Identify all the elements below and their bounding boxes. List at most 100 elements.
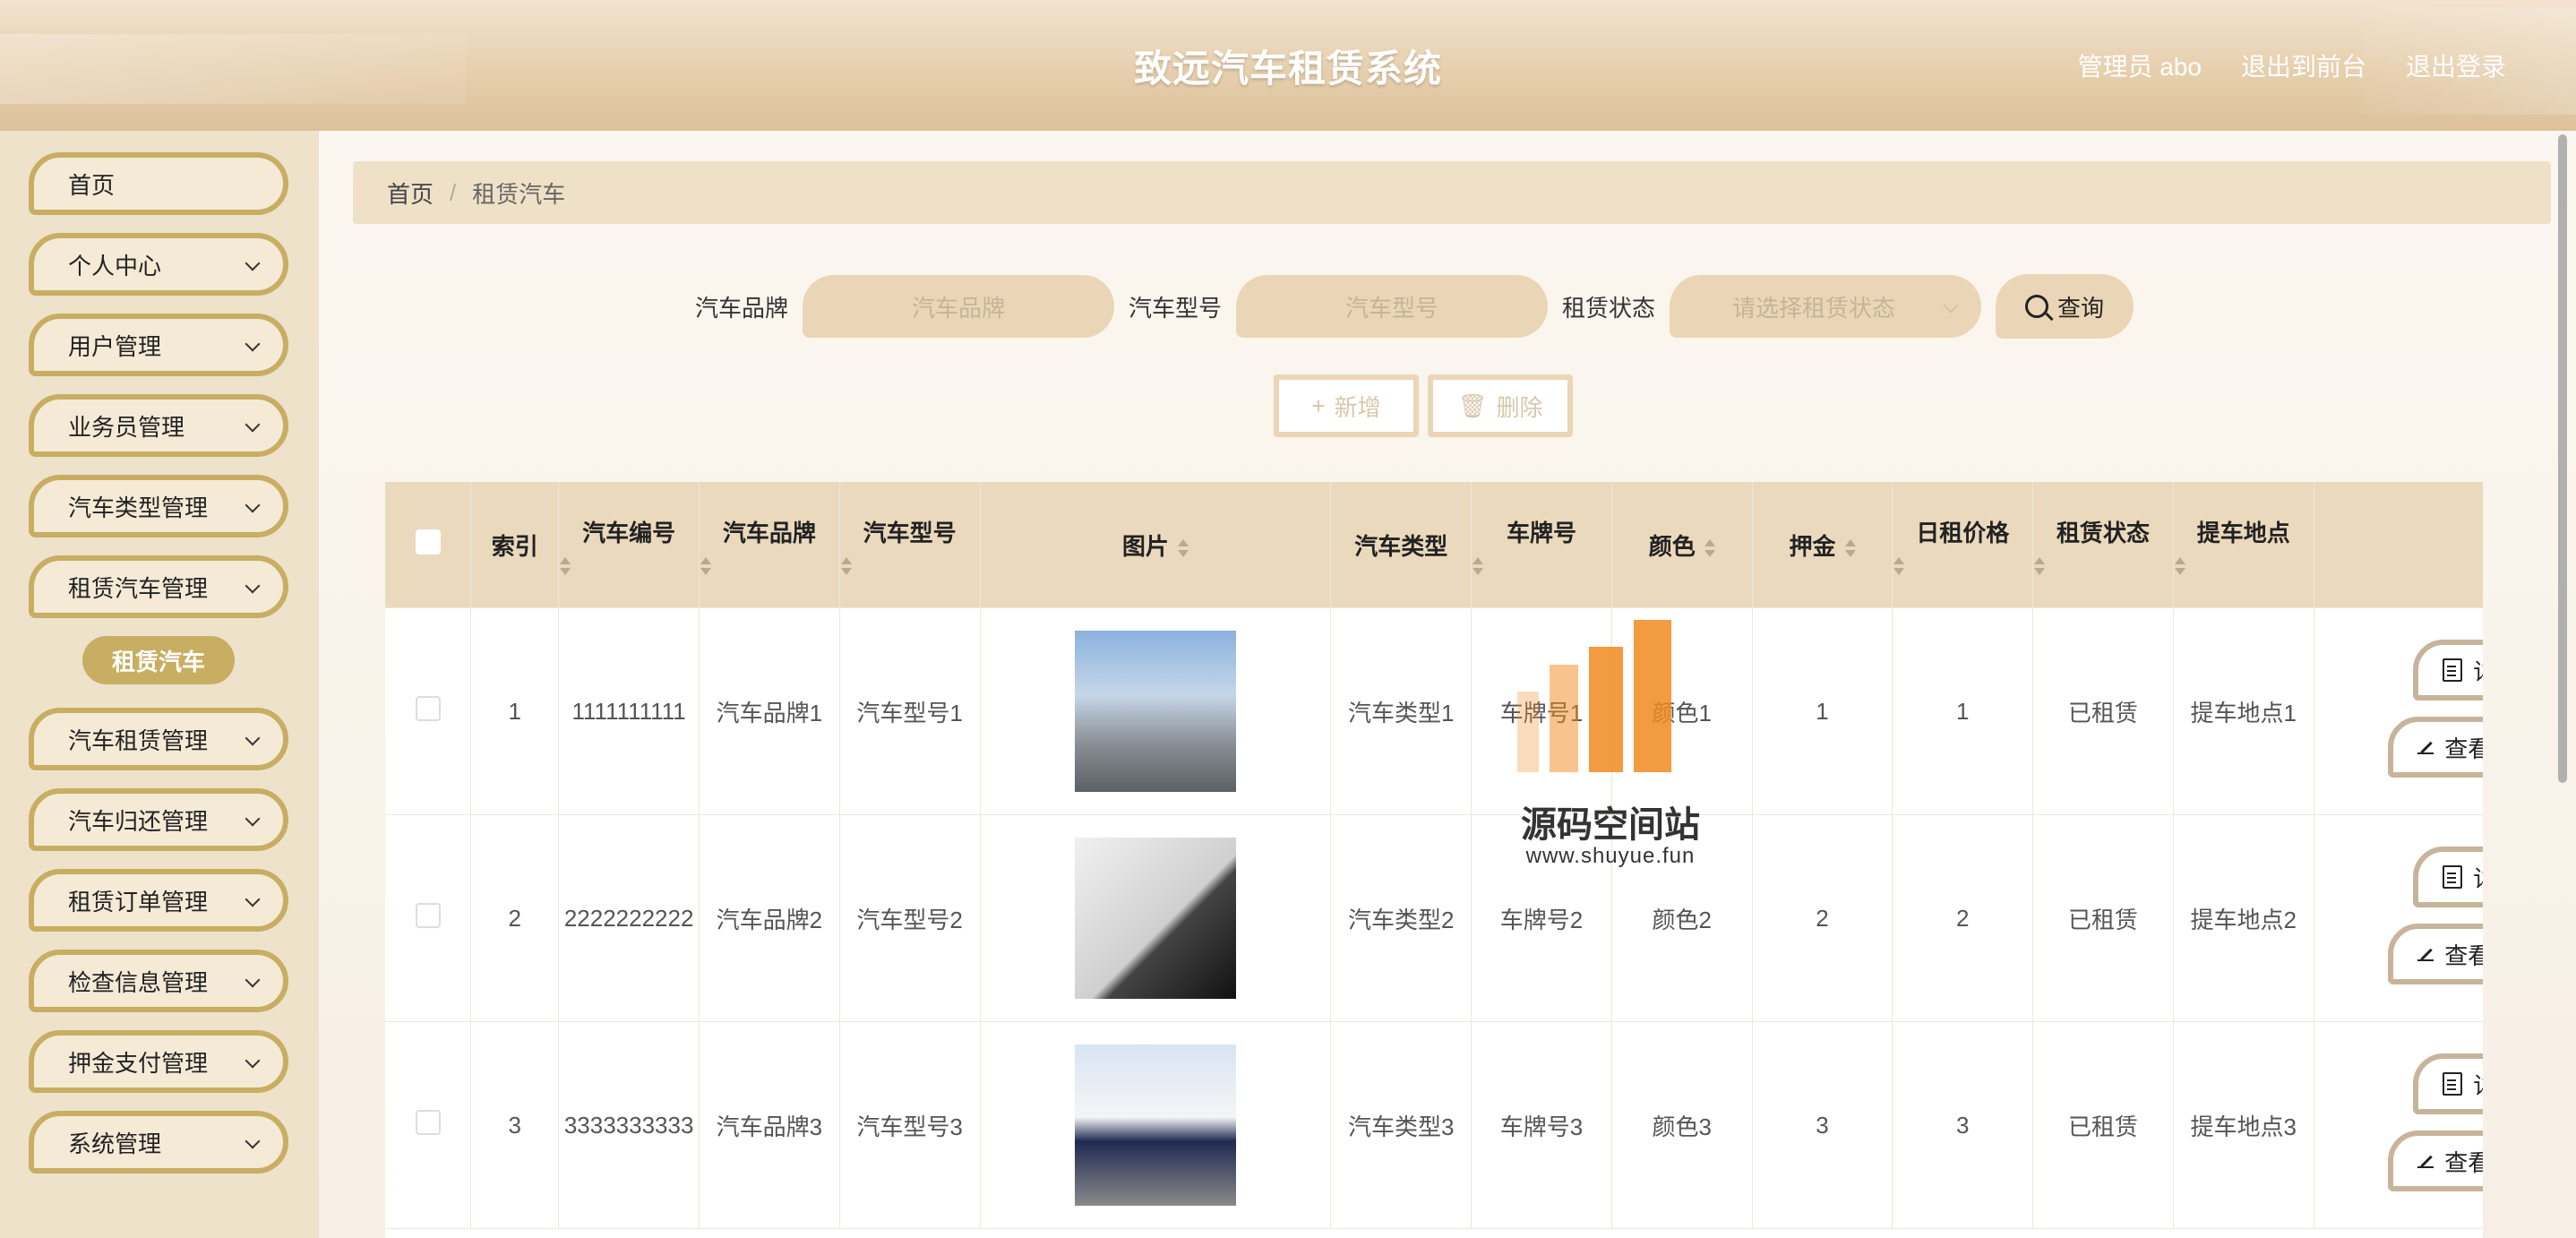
cell-image [980,1021,1332,1229]
pen-icon [2417,946,2434,962]
sidebar-item-car-return-management[interactable]: 汽车归还管理 [29,788,288,851]
view-comments-button[interactable]: 查看评论 [2388,717,2483,778]
cell-status: 已租赁 [2032,814,2174,1022]
cell-color: 颜色2 [1611,814,1753,1022]
chevron-down-icon [247,894,260,907]
sidebar: 首页 个人中心 用户管理 业务员管理 汽车类型管理 租赁汽车管理 租赁汽车 汽车… [0,131,319,1238]
car-image[interactable] [1074,838,1236,999]
col-car-type[interactable]: 汽车类型 [1330,482,1473,608]
select-all-checkbox[interactable] [415,529,441,555]
sort-icon[interactable] [1844,538,1856,557]
cell-type: 汽车类型3 [1330,1021,1473,1229]
cell-status: 已租赁 [2032,1021,2174,1229]
sidebar-item-inspection-management[interactable]: 检查信息管理 [29,950,288,1012]
sidebar-item-car-type-management[interactable]: 汽车类型管理 [29,475,288,537]
sidebar-item-user-management[interactable]: 用户管理 [29,314,288,376]
detail-label: 详情 [2473,861,2483,894]
status-select[interactable]: 请选择租赁状态 [1670,275,1982,338]
add-button[interactable]: + 新增 [1274,374,1419,437]
brand-label: 汽车品牌 [695,294,789,322]
row-checkbox[interactable] [415,695,441,721]
rental-cars-table: 索引 汽车编号 汽车品牌 汽车型号 图片 汽车类型 车牌号 颜色 押金 日租价格… [385,482,2483,1238]
cell-deposit: 1 [1752,607,1893,815]
delete-button[interactable]: 🗑 删除 [1428,374,1573,437]
col-model[interactable]: 汽车型号 [839,482,981,608]
sidebar-item-system-management[interactable]: 系统管理 [29,1111,288,1174]
sidebar-item-salesperson-management[interactable]: 业务员管理 [29,394,288,457]
sidebar-item-deposit-payment-management[interactable]: 押金支付管理 [29,1030,288,1093]
brand-input[interactable]: 汽车品牌 [803,275,1115,338]
sidebar-item-label: 汽车租赁管理 [68,726,209,754]
sidebar-item-rental-order-management[interactable]: 租赁订单管理 [29,869,288,932]
col-brand[interactable]: 汽车品牌 [699,482,840,608]
sort-icon[interactable] [2174,556,2313,575]
row-select-cell[interactable] [385,1021,472,1229]
sort-icon[interactable] [840,556,979,575]
col-deposit[interactable]: 押金 [1752,482,1893,608]
car-image[interactable] [1074,631,1236,792]
row-actions: 详情 修 查看评论 [2388,640,2483,783]
page-scrollbar[interactable] [2558,134,2571,1238]
col-plate[interactable]: 车牌号 [1471,482,1612,608]
row-checkbox[interactable] [415,1109,441,1135]
row-checkbox[interactable] [415,902,441,928]
chevron-down-icon [247,339,260,351]
chevron-down-icon [1945,300,1958,313]
cell-pickup: 提车地点2 [2173,814,2314,1022]
cell-image [980,607,1332,815]
cell-deposit: 2 [1752,814,1893,1022]
to-front-link[interactable]: 退出到前台 [2241,47,2366,83]
sidebar-subitem-rental-cars[interactable]: 租赁汽车 [82,636,235,684]
col-pickup[interactable]: 提车地点 [2173,482,2314,608]
sidebar-item-rental-car-management[interactable]: 租赁汽车管理 [29,555,288,618]
view-comments-button[interactable]: 查看评论 [2388,1131,2483,1191]
col-daily-price[interactable]: 日租价格 [1892,482,2034,608]
sort-icon[interactable] [2034,556,2172,575]
sort-icon[interactable] [700,556,838,575]
col-image[interactable]: 图片 [980,482,1332,608]
sort-icon[interactable] [1473,556,1610,575]
cell-actions: 详情 修 查看评论 [2314,1021,2483,1229]
view-comments-button[interactable]: 查看评论 [2388,924,2483,984]
cell-pickup: 提车地点1 [2173,607,2314,815]
select-all-header[interactable] [385,482,472,608]
chevron-down-icon [247,580,260,593]
detail-button[interactable]: 详情 [2413,847,2483,907]
col-color[interactable]: 颜色 [1611,482,1753,608]
model-label: 汽车型号 [1129,294,1223,322]
logout-link[interactable]: 退出登录 [2406,47,2506,83]
cell-image [980,814,1332,1022]
sort-icon[interactable] [560,556,698,575]
cell-type: 汽车类型2 [1330,814,1473,1022]
cell-model: 汽车型号3 [839,1021,981,1229]
model-input[interactable]: 汽车型号 [1236,275,1549,338]
col-car-code[interactable]: 汽车编号 [558,482,700,608]
col-status[interactable]: 租赁状态 [2032,482,2174,608]
col-label: 日租价格 [1916,519,2010,546]
cell-brand: 汽车品牌1 [699,607,840,815]
sort-icon[interactable] [1704,538,1715,557]
chevron-down-icon [247,1055,260,1068]
cell-type: 汽车类型1 [1330,607,1473,815]
row-select-cell[interactable] [385,814,472,1022]
col-label: 车牌号 [1506,519,1576,546]
sort-icon[interactable] [1177,538,1189,557]
cell-index: 3 [470,1021,560,1229]
detail-button[interactable]: 详情 [2413,1053,2483,1114]
query-button[interactable]: 查询 [1996,274,2134,339]
col-label: 颜色 [1648,532,1696,560]
status-select-placeholder: 请选择租赁状态 [1732,294,1896,322]
sidebar-item-label: 业务员管理 [68,413,185,441]
scrollbar-thumb[interactable] [2558,134,2567,783]
row-select-cell[interactable] [385,607,472,815]
comment-label: 查看评论 [2444,1148,2483,1176]
sidebar-item-personal-center[interactable]: 个人中心 [29,233,288,296]
sort-icon[interactable] [1893,556,2031,575]
detail-button[interactable]: 详情 [2413,640,2483,701]
breadcrumb-home[interactable]: 首页 [387,176,434,210]
sidebar-item-car-rental-management[interactable]: 汽车租赁管理 [29,708,288,770]
header-right: 管理员 abo 退出到前台 退出登录 [2077,0,2506,131]
col-label: 押金 [1789,532,1836,560]
car-image[interactable] [1074,1045,1236,1206]
sidebar-item-home[interactable]: 首页 [29,152,288,215]
